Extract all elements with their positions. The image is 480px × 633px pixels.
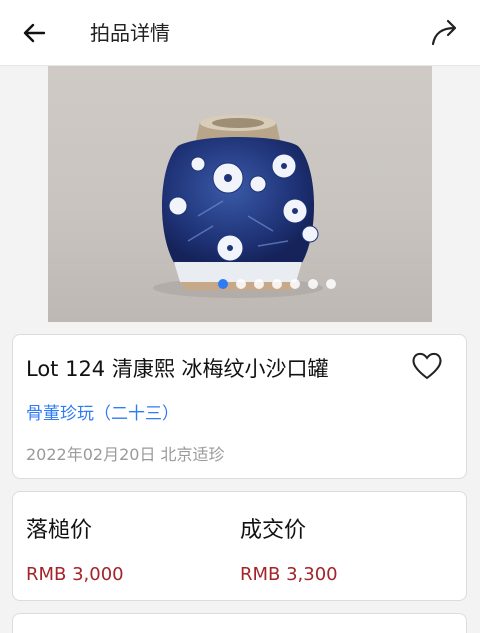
next-card-peek [12,613,467,633]
lot-info-card: Lot 124 清康熙 冰梅纹小沙口罐 骨董珍玩（二十三） 2022年02月20… [12,334,467,479]
arrow-left-icon[interactable] [20,18,50,48]
deal-price-label: 成交价 [240,518,307,543]
carousel-dot[interactable] [272,279,282,289]
hammer-price-value: RMB 3,000 [26,564,124,585]
hammer-price-label: 落槌价 [26,518,93,543]
blue-and-white-porcelain-jar-photo[interactable] [48,66,432,322]
carousel-dot[interactable] [290,279,300,289]
price-card: 落槌价 RMB 3,000 成交价 RMB 3,300 [12,491,467,601]
lot-category-link[interactable]: 骨董珍玩（二十三） [26,399,179,424]
heart-outline-icon[interactable] [410,349,444,383]
share-arrow-icon[interactable] [428,16,462,50]
lot-title: Lot 124 清康熙 冰梅纹小沙口罐 [26,357,329,381]
page-title: 拍品详情 [90,21,170,45]
image-gallery[interactable] [0,66,480,322]
deal-price-value: RMB 3,300 [240,564,338,585]
auction-date-house: 2022年02月20日 北京适珍 [26,445,225,464]
carousel-dot[interactable] [254,279,264,289]
top-bar: 拍品详情 [0,0,480,66]
carousel-dot[interactable] [308,279,318,289]
carousel-dots [218,279,336,291]
carousel-dot-active[interactable] [218,279,228,289]
carousel-dot[interactable] [326,279,336,289]
carousel-dot[interactable] [236,279,246,289]
